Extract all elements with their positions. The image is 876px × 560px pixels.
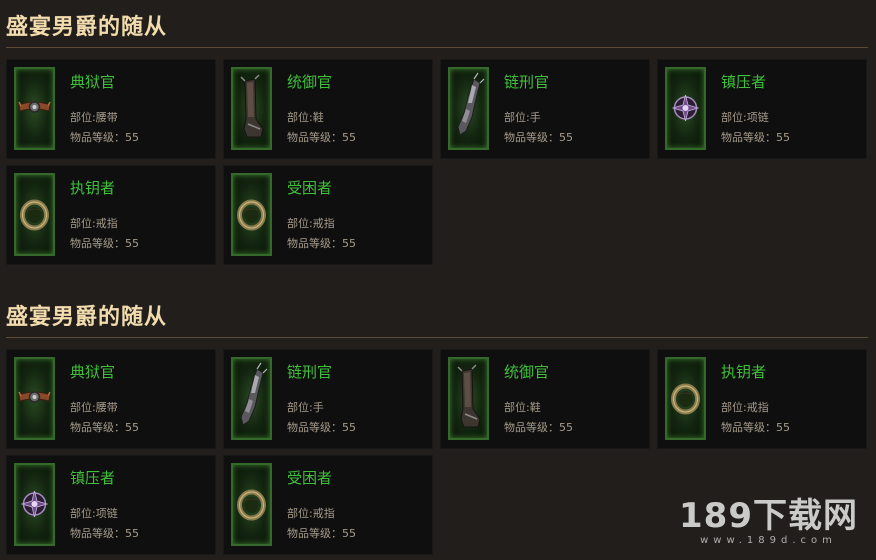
item-slot xyxy=(14,67,55,150)
item-name[interactable]: 执钥者 xyxy=(70,177,115,198)
item-level: 物品等级：55 xyxy=(70,131,139,144)
item-slot-label: 部位:戒指 xyxy=(70,217,118,230)
item-card[interactable]: 统御官 部位:鞋 物品等级：55 xyxy=(223,59,433,159)
item-slot xyxy=(14,357,55,440)
item-slot-label: 部位:戒指 xyxy=(287,507,335,520)
item-slot-label: 部位:腰带 xyxy=(70,401,118,414)
item-slot xyxy=(14,463,55,546)
item-name[interactable]: 典狱官 xyxy=(70,71,115,92)
item-name[interactable]: 执钥者 xyxy=(721,361,766,382)
section-title: 盛宴男爵的随从 xyxy=(6,15,168,40)
item-slot xyxy=(665,67,706,150)
item-card[interactable]: 受困者 部位:戒指 物品等级：55 xyxy=(223,455,433,555)
item-slot-label: 部位:手 xyxy=(504,111,541,124)
item-level: 物品等级：55 xyxy=(287,527,356,540)
item-name[interactable]: 链刑官 xyxy=(504,71,549,92)
item-name[interactable]: 链刑官 xyxy=(287,361,332,382)
item-slot xyxy=(231,463,272,546)
item-card[interactable]: 典狱官 部位:腰带 物品等级：55 xyxy=(6,59,216,159)
item-level: 物品等级：55 xyxy=(287,131,356,144)
item-name[interactable]: 受困者 xyxy=(287,467,332,488)
item-card[interactable]: 链刑官 部位:手 物品等级：55 xyxy=(223,349,433,449)
item-level: 物品等级：55 xyxy=(70,421,139,434)
item-card[interactable]: 镇压者 部位:项链 物品等级：55 xyxy=(657,59,867,159)
item-level: 物品等级：55 xyxy=(287,421,356,434)
item-slot xyxy=(448,357,489,440)
item-slot-label: 部位:项链 xyxy=(70,507,118,520)
item-card[interactable]: 执钥者 部位:戒指 物品等级：55 xyxy=(6,165,216,265)
item-slot xyxy=(231,357,272,440)
item-name[interactable]: 典狱官 xyxy=(70,361,115,382)
item-card[interactable]: 统御官 部位:鞋 物品等级：55 xyxy=(440,349,650,449)
item-slot-label: 部位:项链 xyxy=(721,111,769,124)
section-title: 盛宴男爵的随从 xyxy=(6,305,168,330)
item-name[interactable]: 统御官 xyxy=(504,361,549,382)
item-level: 物品等级：55 xyxy=(504,131,573,144)
site-watermark: 189下载网 www.189d.com xyxy=(679,488,858,546)
item-slot-label: 部位:鞋 xyxy=(287,111,324,124)
item-slot-label: 部位:腰带 xyxy=(70,111,118,124)
item-slot-label: 部位:戒指 xyxy=(287,217,335,230)
item-name[interactable]: 统御官 xyxy=(287,71,332,92)
watermark-main: 189下载网 xyxy=(679,496,858,536)
watermark-url: www.189d.com xyxy=(700,535,837,546)
item-name[interactable]: 镇压者 xyxy=(721,71,766,92)
item-slot xyxy=(14,173,55,256)
item-level: 物品等级：55 xyxy=(721,131,790,144)
item-level: 物品等级：55 xyxy=(721,421,790,434)
item-name[interactable]: 受困者 xyxy=(287,177,332,198)
item-level: 物品等级：55 xyxy=(287,237,356,250)
section-divider xyxy=(6,337,868,338)
item-card[interactable]: 执钥者 部位:戒指 物品等级：55 xyxy=(657,349,867,449)
item-slot xyxy=(448,67,489,150)
item-card[interactable]: 链刑官 部位:手 物品等级：55 xyxy=(440,59,650,159)
item-slot-label: 部位:戒指 xyxy=(721,401,769,414)
item-slot-label: 部位:手 xyxy=(287,401,324,414)
item-slot xyxy=(665,357,706,440)
item-slot xyxy=(231,67,272,150)
item-card[interactable]: 受困者 部位:戒指 物品等级：55 xyxy=(223,165,433,265)
section-divider xyxy=(6,47,868,48)
item-slot xyxy=(231,173,272,256)
item-level: 物品等级：55 xyxy=(70,527,139,540)
item-level: 物品等级：55 xyxy=(70,237,139,250)
item-slot-label: 部位:鞋 xyxy=(504,401,541,414)
item-level: 物品等级：55 xyxy=(504,421,573,434)
item-card[interactable]: 典狱官 部位:腰带 物品等级：55 xyxy=(6,349,216,449)
item-card[interactable]: 镇压者 部位:项链 物品等级：55 xyxy=(6,455,216,555)
item-name[interactable]: 镇压者 xyxy=(70,467,115,488)
